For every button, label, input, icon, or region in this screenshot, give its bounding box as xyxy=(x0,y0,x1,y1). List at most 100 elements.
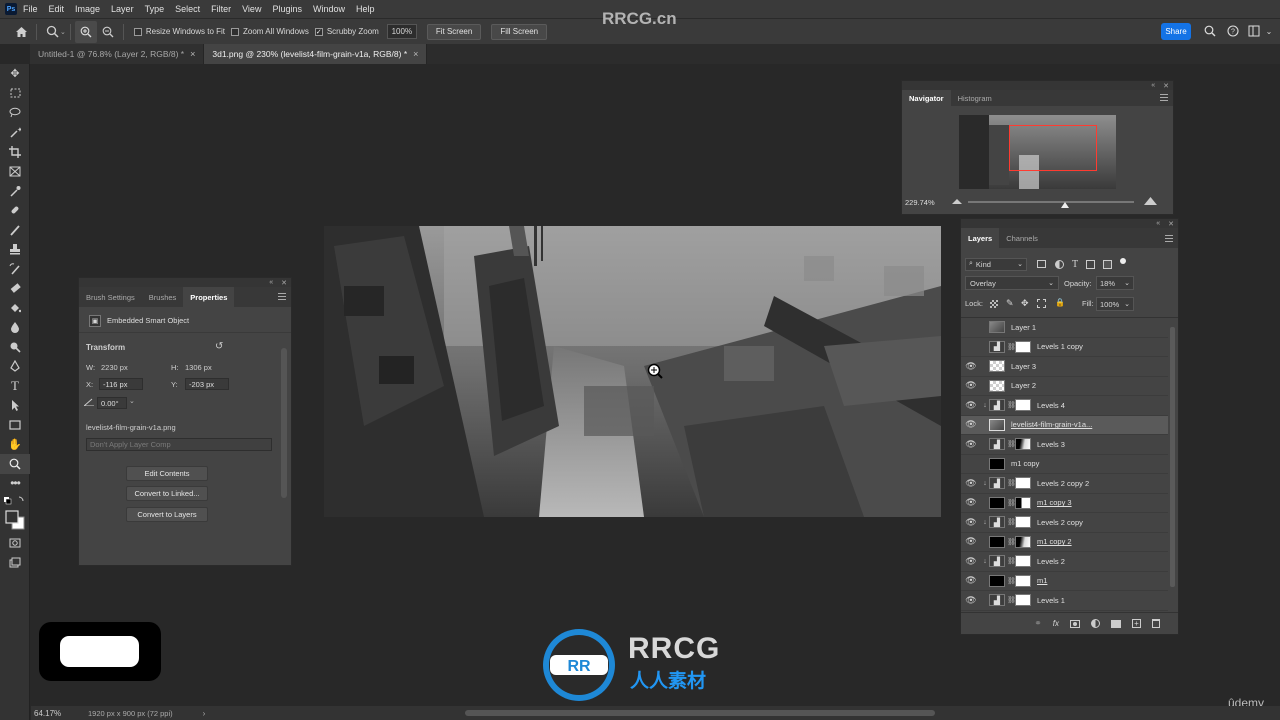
visibility-eye-icon[interactable]: 👁 xyxy=(961,536,981,547)
layer-mask-thumbnail[interactable] xyxy=(1015,574,1031,587)
hand-tool-icon[interactable]: ✋ xyxy=(0,435,30,455)
quick-mask-icon[interactable] xyxy=(0,533,30,553)
panel-menu-icon[interactable] xyxy=(278,293,286,300)
layer-row[interactable]: 👁 ⛓ m1 copy 3 xyxy=(961,494,1168,513)
type-tool-icon[interactable]: T xyxy=(0,376,30,396)
visibility-eye-icon[interactable]: 👁 xyxy=(961,497,981,508)
navigator-thumbnail[interactable] xyxy=(959,115,1116,189)
layer-row[interactable]: 👁 ↓ ▟ ⛓ Levels 4 xyxy=(961,396,1168,416)
menu-plugins[interactable]: Plugins xyxy=(272,4,302,14)
menu-layer[interactable]: Layer xyxy=(111,4,134,14)
eraser-tool-icon[interactable] xyxy=(0,279,30,299)
levels-adjustment-icon[interactable]: ▟ xyxy=(989,594,1005,607)
lock-position-icon[interactable]: ✥ xyxy=(1021,298,1029,309)
width-value[interactable]: 2230 px xyxy=(101,363,128,372)
fit-screen-button[interactable]: Fit Screen xyxy=(426,23,482,40)
pen-tool-icon[interactable] xyxy=(0,357,30,377)
layer-thumbnail[interactable] xyxy=(989,574,1005,587)
move-tool-icon[interactable]: ✥ xyxy=(0,64,30,84)
close-icon[interactable]: × xyxy=(413,49,418,59)
mask-link-icon[interactable]: ⛓ xyxy=(1007,401,1016,409)
screen-mode-icon[interactable] xyxy=(0,553,30,573)
layer-row[interactable]: 👁 ↓ ▟ ⛓ Levels 2 copy xyxy=(961,513,1168,533)
navigator-zoom-slider[interactable] xyxy=(968,201,1134,203)
layer-row[interactable]: 👁 ▟ ⛓ Levels 1 xyxy=(961,591,1168,611)
mask-link-icon[interactable]: ⛓ xyxy=(1007,596,1016,604)
levels-adjustment-icon[interactable]: ▟ xyxy=(989,477,1005,490)
levels-adjustment-icon[interactable]: ▟ xyxy=(989,399,1005,412)
layers-scrollbar[interactable] xyxy=(1170,327,1175,587)
filter-type-icon[interactable]: T xyxy=(1072,259,1078,270)
mask-link-icon[interactable]: ⛓ xyxy=(1007,518,1016,526)
checkbox-box[interactable] xyxy=(133,27,142,36)
chevron-down-icon[interactable]: ⌄ xyxy=(129,397,135,405)
visibility-eye-icon[interactable]: 👁 xyxy=(961,595,981,606)
layer-row[interactable]: 👁 Layer 2 xyxy=(961,377,1168,396)
levels-adjustment-icon[interactable]: ▟ xyxy=(989,555,1005,568)
foreground-background-color-icon[interactable] xyxy=(0,507,30,533)
filter-toggle-icon[interactable] xyxy=(1120,258,1127,264)
tab-3d1[interactable]: 3d1.png @ 230% (levelist4-film-grain-v1a… xyxy=(204,44,428,64)
layer-row[interactable]: Layer 1 xyxy=(961,318,1168,338)
lasso-tool-icon[interactable] xyxy=(0,103,30,123)
zoom-value-field[interactable]: 100% xyxy=(386,24,417,39)
levels-adjustment-icon[interactable]: ▟ xyxy=(989,438,1005,451)
zoom-in-icon[interactable] xyxy=(74,20,97,43)
status-zoom[interactable]: 64.17% xyxy=(34,709,82,718)
frame-tool-icon[interactable] xyxy=(0,162,30,182)
document-image[interactable] xyxy=(324,226,941,517)
magic-wand-tool-icon[interactable]: ✦ xyxy=(0,123,30,143)
filter-adjustment-icon[interactable] xyxy=(1055,259,1064,269)
close-icon[interactable]: ✕ xyxy=(1163,82,1169,90)
layer-mask-thumbnail[interactable] xyxy=(1015,535,1031,548)
lock-artboard-icon[interactable] xyxy=(1037,299,1046,308)
levels-adjustment-icon[interactable]: ▟ xyxy=(989,340,1005,353)
blur-tool-icon[interactable] xyxy=(0,318,30,338)
search-icon[interactable] xyxy=(1203,24,1217,38)
blend-mode-select[interactable]: Overlay ⌄ xyxy=(965,276,1059,290)
healing-brush-tool-icon[interactable] xyxy=(0,201,30,221)
convert-to-linked-button[interactable]: Convert to Linked... xyxy=(126,486,208,501)
convert-to-layers-button[interactable]: Convert to Layers xyxy=(126,507,208,522)
menu-edit[interactable]: Edit xyxy=(49,4,65,14)
mask-link-icon[interactable]: ⛓ xyxy=(1007,440,1016,448)
layer-thumbnail[interactable] xyxy=(989,496,1005,509)
filter-shape-icon[interactable] xyxy=(1086,259,1096,269)
filter-pixel-icon[interactable] xyxy=(1037,260,1046,268)
visibility-eye-icon[interactable]: 👁 xyxy=(961,361,981,372)
layer-thumbnail[interactable] xyxy=(989,535,1005,548)
tab-brush-settings[interactable]: Brush Settings xyxy=(79,287,142,307)
crop-tool-icon[interactable] xyxy=(0,142,30,162)
tab-layers[interactable]: Layers xyxy=(961,228,1000,248)
collapse-icon[interactable]: « xyxy=(269,279,273,286)
checkbox-box-checked[interactable]: ✓ xyxy=(314,27,323,36)
navigator-zoom-value[interactable]: 229.74% xyxy=(905,198,935,207)
layer-mask-thumbnail[interactable] xyxy=(1015,399,1031,412)
chevron-down-icon[interactable]: ⌄ xyxy=(1262,24,1276,38)
layer-thumbnail[interactable] xyxy=(989,379,1005,392)
default-colors-icon[interactable] xyxy=(0,493,30,507)
layer-mask-thumbnail[interactable] xyxy=(1015,438,1031,451)
levels-adjustment-icon[interactable]: ▟ xyxy=(989,516,1005,529)
layer-row[interactable]: 👁 ⛓ m1 xyxy=(961,572,1168,591)
scrubby-zoom-checkbox[interactable]: ✓ Scrubby Zoom xyxy=(314,27,379,36)
paint-bucket-tool-icon[interactable] xyxy=(0,298,30,318)
mask-link-icon[interactable]: ⛓ xyxy=(1007,538,1016,546)
brush-tool-icon[interactable] xyxy=(0,220,30,240)
layer-thumbnail[interactable] xyxy=(989,418,1005,431)
menu-select[interactable]: Select xyxy=(175,4,200,14)
mask-link-icon[interactable]: ⛓ xyxy=(1007,479,1016,487)
layer-mask-thumbnail[interactable] xyxy=(1015,496,1031,509)
layer-row[interactable]: 👁 Layer 3 xyxy=(961,357,1168,377)
scrollbar[interactable] xyxy=(281,348,287,498)
eyedropper-tool-icon[interactable] xyxy=(0,181,30,201)
home-icon[interactable] xyxy=(10,21,32,43)
tab-histogram[interactable]: Histogram xyxy=(951,90,999,106)
mask-link-icon[interactable]: ⛓ xyxy=(1007,557,1016,565)
help-icon[interactable]: ? xyxy=(1226,24,1240,38)
lock-transparency-icon[interactable] xyxy=(990,300,998,308)
new-layer-icon[interactable]: + xyxy=(1132,619,1141,628)
zoom-out-icon[interactable] xyxy=(97,21,119,43)
menu-type[interactable]: Type xyxy=(145,4,165,14)
zoom-out-mountain-icon[interactable] xyxy=(952,197,962,206)
